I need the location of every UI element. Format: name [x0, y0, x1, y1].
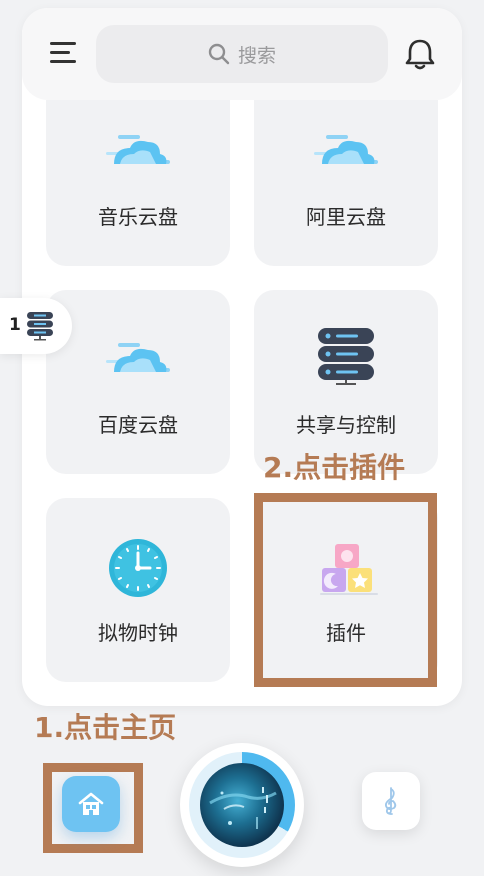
server-icon: [27, 312, 53, 341]
side-tab-number: 1: [9, 315, 21, 335]
card-label: 阿里云盘: [306, 205, 386, 229]
cloud-transfer-icon: [106, 135, 170, 164]
home-button[interactable]: [62, 776, 120, 832]
bell-icon[interactable]: [402, 36, 438, 72]
card-baidu[interactable]: 百度云盘: [46, 290, 230, 474]
home-icon: [78, 792, 104, 815]
card-label: 音乐云盘: [98, 205, 178, 229]
album-art-graphic: [209, 787, 277, 829]
hamburger-menu-icon[interactable]: [48, 40, 80, 66]
clock-icon: [109, 539, 167, 597]
side-floating-tab[interactable]: 1: [0, 298, 72, 354]
cloud-transfer-icon: [314, 135, 378, 164]
cloud-transfer-icon: [106, 343, 170, 372]
search-bar[interactable]: 搜索: [96, 25, 388, 83]
card-aliyun[interactable]: 阿里云盘: [254, 100, 438, 266]
card-clock[interactable]: 拟物时钟: [46, 498, 230, 682]
card-label: 百度云盘: [98, 413, 178, 437]
annotation-step1: 1.点击主页: [34, 711, 177, 744]
album-cover[interactable]: [200, 763, 284, 847]
server-stack-icon: [318, 328, 374, 385]
annotation-step2: 2.点击插件: [263, 451, 406, 484]
music-button[interactable]: [362, 772, 420, 830]
annotation-box-plugins: [254, 493, 437, 687]
card-label: 拟物时钟: [98, 621, 178, 645]
search-icon: [208, 43, 230, 65]
treble-clef-icon: [384, 787, 397, 815]
card-music-cloud[interactable]: 音乐云盘: [46, 100, 230, 266]
search-placeholder: 搜索: [237, 44, 276, 67]
card-label: 共享与控制: [296, 413, 396, 437]
